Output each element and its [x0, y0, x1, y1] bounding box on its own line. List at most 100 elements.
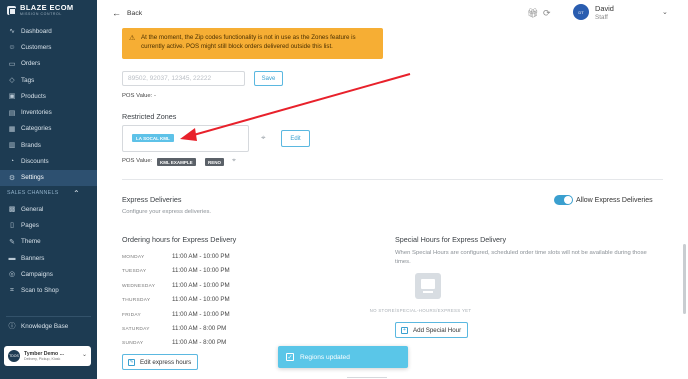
sidebar-item-pages[interactable]: ▯ Pages	[0, 217, 97, 233]
hours-row: SUNDAY 11:00 AM - 8:00 PM	[122, 339, 262, 353]
avatar[interactable]: DT	[573, 4, 589, 20]
hours-day: WEDNESDAY	[122, 283, 156, 289]
sales-channels-label: SALES CHANNELS	[7, 190, 59, 197]
sidebar-item-general[interactable]: ▩ General	[0, 201, 97, 217]
sidebar-item-discounts[interactable]: ◔ Discounts	[0, 153, 97, 169]
sidebar-item-dashboard[interactable]: ∿ Dashboard	[0, 23, 97, 39]
store-name: Tymber Demo ...	[24, 350, 64, 357]
save-button[interactable]: Save	[254, 71, 283, 86]
hours-day: TUESDAY	[122, 269, 147, 275]
map-pin-icon[interactable]: ⌖	[261, 133, 266, 143]
chevron-down-icon: ⌄	[81, 352, 87, 358]
sidebar-item-label: Scan to Shop	[21, 287, 59, 295]
hours-row: FRIDAY 11:00 AM - 10:00 PM	[122, 311, 262, 325]
sidebar-item-label: Customers	[21, 43, 52, 51]
gear-icon: ⚙	[8, 174, 16, 182]
hours-row: TUESDAY 11:00 AM - 10:00 PM	[122, 267, 262, 281]
add-icon: +	[401, 326, 408, 334]
sidebar-item-settings[interactable]: ⚙ Settings	[0, 169, 97, 186]
express-hours-title: Ordering hours for Express Delivery	[122, 235, 237, 244]
sidebar-item-scan-to-shop[interactable]: ⌗ Scan to Shop	[0, 282, 97, 298]
categories-icon: ▦	[8, 125, 16, 133]
sidebar-item-label: Brands	[21, 141, 41, 149]
customers-icon: ☺	[8, 43, 16, 51]
sidebar-divider	[6, 316, 91, 317]
scan-icon: ⌗	[10, 286, 14, 294]
sidebar-item-inventories[interactable]: ▤ Inventories	[0, 104, 97, 120]
sidebar-item-banners[interactable]: ▬ Banners	[0, 250, 97, 266]
hours-time: 11:00 AM - 10:00 PM	[172, 253, 230, 260]
special-hours-title: Special Hours for Express Delivery	[395, 235, 507, 244]
add-special-hour-label: Add Special Hour	[413, 326, 462, 334]
hours-day: SATURDAY	[122, 327, 150, 332]
discount-icon: ◔	[9, 158, 15, 166]
allow-express-toggle[interactable]	[554, 195, 573, 205]
refresh-icon[interactable]: ⟳	[543, 8, 551, 19]
hours-time: 11:00 AM - 10:00 PM	[172, 281, 230, 289]
toast-notification[interactable]: ✓ Regions updated	[278, 346, 408, 368]
sidebar-item-label: Orders	[21, 60, 41, 68]
edit-express-hours-label: Edit express hours	[140, 358, 192, 366]
sidebar-item-products[interactable]: ▣ Products	[0, 88, 97, 104]
brands-icon: ▥	[8, 142, 16, 150]
zone-chip[interactable]: LA SOCAL KML	[132, 134, 174, 142]
hours-row: WEDNESDAY 11:00 AM - 10:00 PM	[122, 282, 262, 296]
sidebar: BLAZE ECOM MISSION CONTROL ∿ Dashboard ☺ C…	[0, 0, 97, 379]
sidebar-item-theme[interactable]: ✎ Theme	[0, 234, 97, 250]
hours-row: SATURDAY 11:00 AM - 8:00 PM	[122, 325, 262, 339]
hours-row: THURSDAY 11:00 AM - 10:00 PM	[122, 296, 262, 310]
edit-zones-button[interactable]: Edit	[281, 130, 310, 147]
tag-icon: ◇	[9, 77, 15, 85]
edit-express-hours-button[interactable]: ✎ Edit express hours	[122, 354, 199, 370]
arrow-left-icon: ←	[112, 8, 121, 18]
edit-icon: ✎	[128, 358, 135, 366]
top-bar: ← Back 🎁︎ ⟳ DT David Staff ⌄	[97, 0, 688, 28]
dashboard-icon: ∿	[9, 28, 15, 36]
general-icon: ▩	[8, 206, 16, 214]
zip-pos-value: POS Value: -	[122, 93, 156, 99]
zones-selector[interactable]: LA SOCAL KML	[122, 125, 249, 152]
hours-row: MONDAY 11:00 AM - 10:00 PM	[122, 253, 262, 267]
brand-logo-icon	[7, 5, 16, 15]
theme-icon: ✎	[9, 238, 15, 246]
sidebar-item-categories[interactable]: ▦ Categories	[0, 121, 97, 137]
express-deliveries-description: Configure your express deliveries.	[122, 209, 212, 215]
sidebar-item-label: Inventories	[21, 109, 52, 117]
user-role: Staff	[595, 14, 608, 21]
brand[interactable]: BLAZE ECOM MISSION CONTROL	[0, 0, 97, 20]
sidebar-item-label: Theme	[21, 238, 41, 246]
sales-channels-toggle[interactable]: SALES CHANNELS ⌃	[0, 186, 97, 201]
inventory-icon: ▤	[8, 109, 16, 117]
products-icon: ▣	[8, 93, 16, 101]
main-content: ⚠ At the moment, the Zip codes functiona…	[97, 28, 688, 379]
express-deliveries-title: Express Deliveries	[122, 195, 182, 204]
zip-codes-input[interactable]: 89502, 92037, 12345, 22222	[122, 71, 245, 86]
sidebar-item-tags[interactable]: ◇ Tags	[0, 72, 97, 88]
store-switcher[interactable]: TDOS Tymber Demo ... Delivery, Pickup, K…	[4, 346, 91, 366]
scrollbar[interactable]	[683, 244, 686, 314]
sidebar-item-brands[interactable]: ▥ Brands	[0, 137, 97, 153]
add-special-hour-button[interactable]: + Add Special Hour	[395, 322, 469, 338]
back-button[interactable]: ← Back	[112, 8, 142, 18]
sales-channels-nav: ▩ General ▯ Pages ✎ Theme ▬ Banners ◎ Campaig…	[0, 201, 97, 299]
chevron-down-icon[interactable]: ⌄	[662, 8, 668, 16]
pos-zone-chip: RENO	[205, 158, 225, 166]
back-label: Back	[127, 9, 143, 17]
sidebar-item-orders[interactable]: ▭ Orders	[0, 56, 97, 72]
sidebar-item-customers[interactable]: ☺ Customers	[0, 39, 97, 55]
sidebar-nav: ∿ Dashboard ☺ Customers ▭ Orders ◇ Tags ▣ Pro…	[0, 23, 97, 186]
brand-subtitle: MISSION CONTROL	[20, 12, 62, 16]
map-pin-icon[interactable]: ⌖	[232, 157, 236, 165]
sidebar-item-campaigns[interactable]: ◎ Campaigns	[0, 266, 97, 282]
pos-zone-chip: KML EXAMPLE	[157, 158, 196, 166]
special-hours-empty-text: NO STORE/SPECIAL-HOURS/EXPRESS YET	[369, 308, 472, 313]
restricted-zones-title: Restricted Zones	[122, 112, 177, 121]
warning-text: At the moment, the Zip codes functionali…	[141, 34, 356, 50]
gift-icon[interactable]: 🎁︎	[527, 8, 538, 19]
sidebar-item-knowledge-base[interactable]: ⓘ Knowledge Base	[0, 318, 97, 334]
hours-time: 11:00 AM - 10:00 PM	[172, 267, 230, 275]
hours-time: 11:00 AM - 10:00 PM	[172, 296, 230, 304]
store-subtitle: Delivery, Pickup, Kiosk	[24, 356, 61, 361]
store-avatar: TDOS	[8, 350, 20, 362]
sidebar-item-label: General	[21, 205, 44, 213]
